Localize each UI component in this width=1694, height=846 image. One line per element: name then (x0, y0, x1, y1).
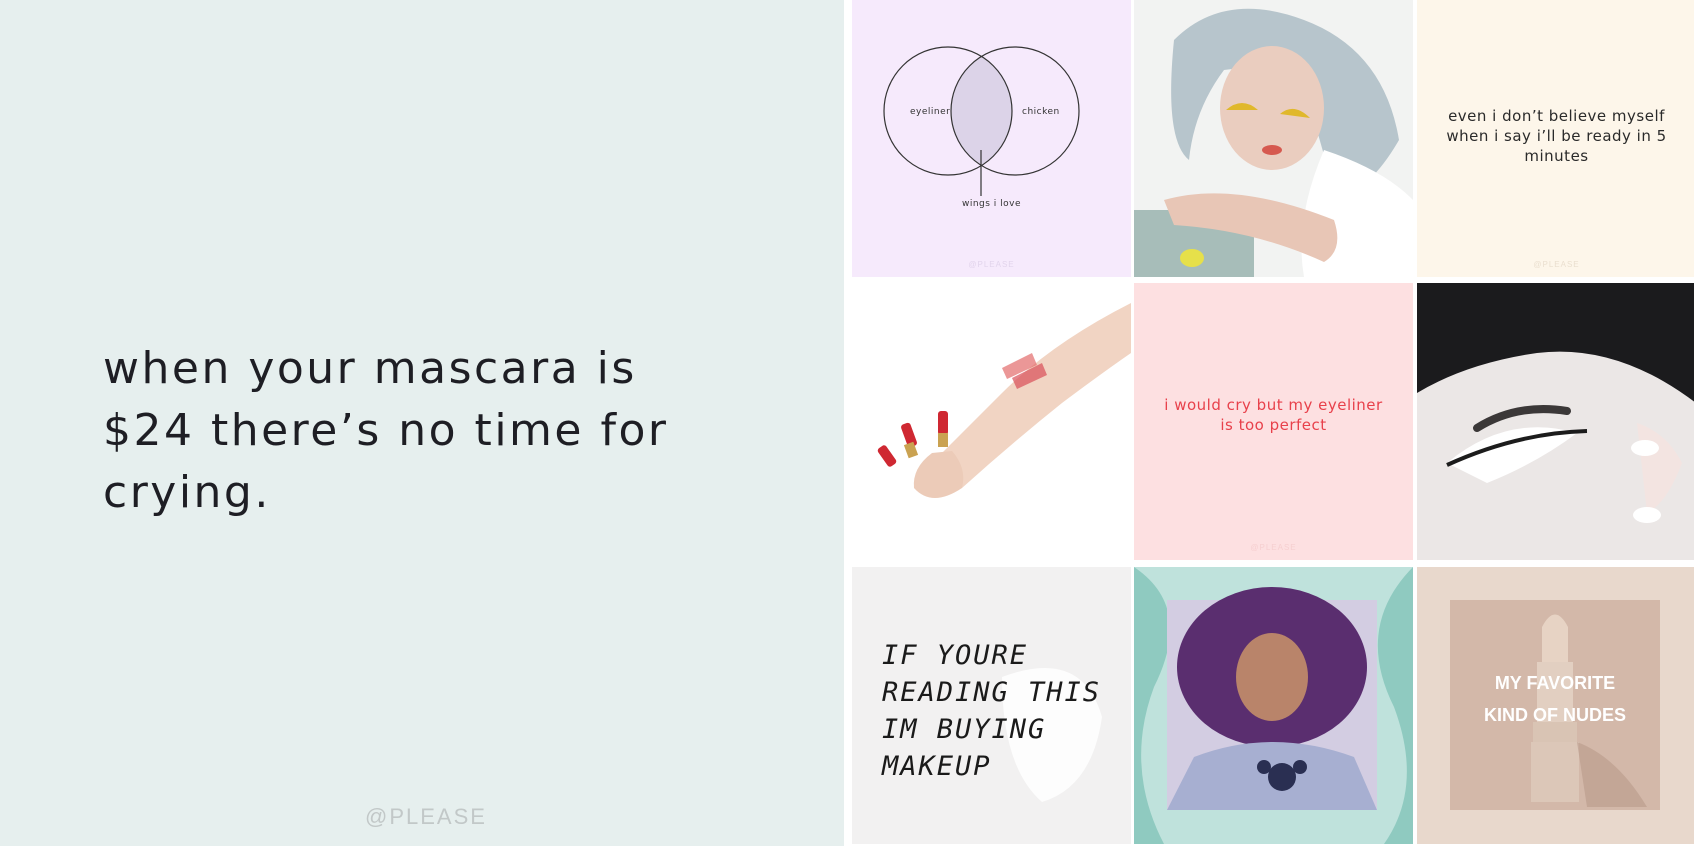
tile-photo-eyeliner[interactable] (1417, 283, 1694, 560)
tile-handle: @PLEASE (1533, 260, 1580, 269)
hero-quote-card: when your mascara is $24 there’s no time… (0, 0, 844, 846)
venn-right-label: chicken (1022, 107, 1060, 117)
nudes-text: MY FAVORITE KIND OF NUDES (1483, 673, 1626, 725)
tile-venn-diagram[interactable]: eyeliner chicken wings i love @PLEASE (852, 0, 1131, 277)
tile-photo-lipstick-hand[interactable] (852, 283, 1131, 560)
hero-quote-text: when your mascara is $24 there’s no time… (103, 343, 669, 518)
tile-quote-cry[interactable]: i would cry but my eyeliner is too perfe… (1134, 283, 1413, 560)
tile-handle: @PLEASE (1250, 543, 1297, 552)
white-liner-eye-photo (1417, 283, 1694, 560)
lipstick-hand-photo (877, 303, 1131, 498)
curly-hair-photo (1134, 567, 1413, 844)
venn-bottom-label: wings i love (961, 199, 1022, 209)
tile-quote-nudes[interactable]: MY FAVORITE KIND OF NUDES (1417, 567, 1694, 844)
tile-photo-curly-hair[interactable] (1134, 567, 1413, 844)
hero-handle: @PLEASE (365, 804, 487, 829)
woman-grey-hair-photo (1134, 0, 1413, 277)
venn-left-label: eyeliner (910, 107, 951, 117)
tile-quote-believe[interactable]: even i don’t believe myself when i say i… (1417, 0, 1694, 277)
tile-drake-text[interactable]: IF YOURE READING THIS IM BUYING MAKEUP (852, 567, 1131, 844)
tile-handle: @PLEASE (968, 260, 1015, 269)
drake-text: IF YOURE READING THIS IM BUYING MAKEUP (882, 640, 1102, 782)
venn-intersection (951, 47, 1012, 175)
venn-diagram (883, 46, 1080, 196)
cry-quote-text: i would cry but my eyeliner is too perfe… (1164, 396, 1383, 434)
tile-photo-grey-hair[interactable] (1134, 0, 1413, 277)
believe-quote-text: even i don’t believe myself when i say i… (1446, 107, 1667, 165)
